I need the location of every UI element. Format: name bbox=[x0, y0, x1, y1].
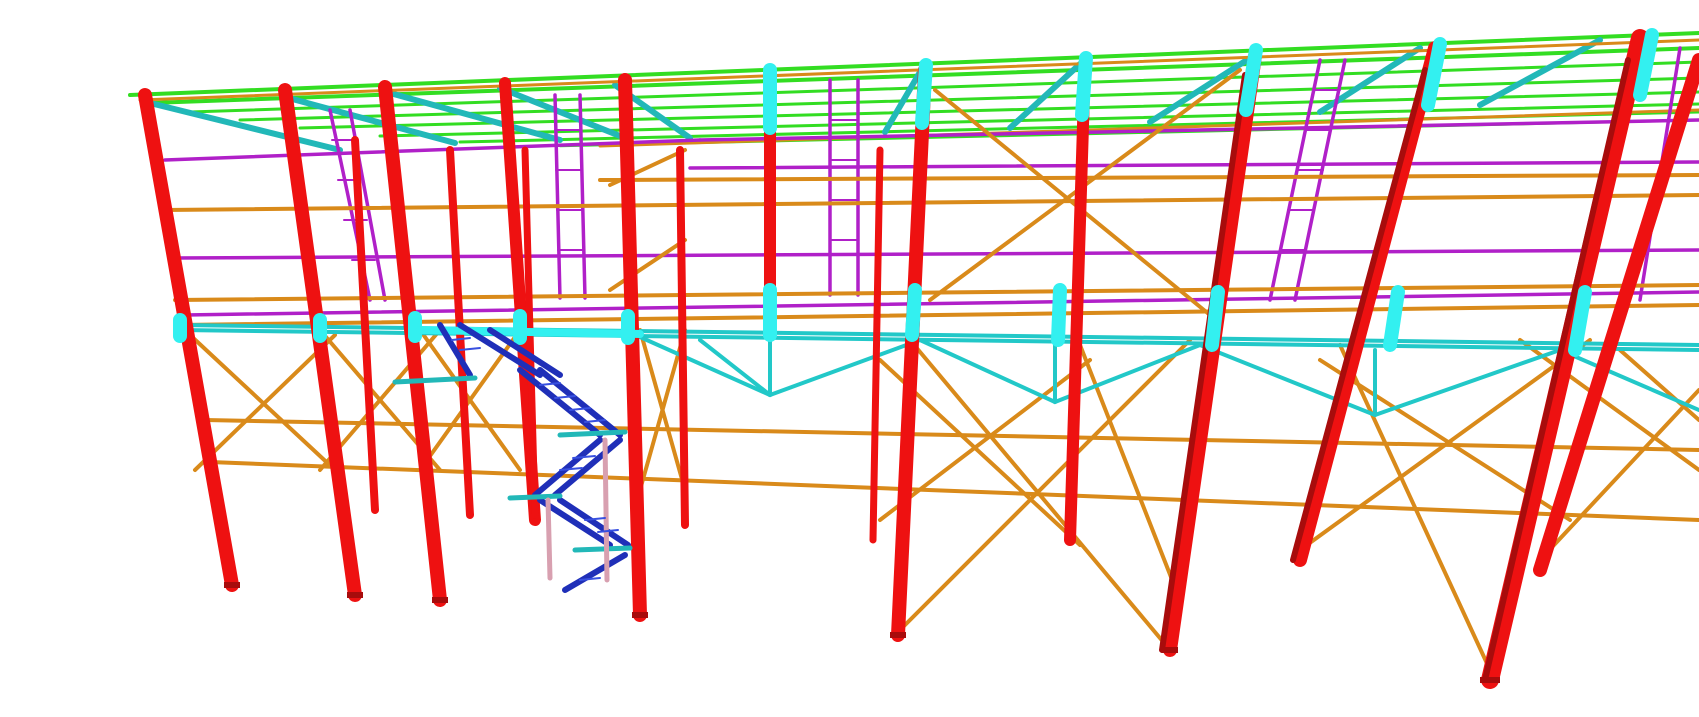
model-viewport[interactable] bbox=[0, 0, 1699, 717]
columns[interactable] bbox=[138, 29, 1699, 689]
structure-3d-view[interactable] bbox=[0, 0, 1699, 717]
floor-edge bbox=[416, 326, 644, 338]
column-shading bbox=[1159, 57, 1631, 683]
column-bases bbox=[224, 582, 1500, 683]
